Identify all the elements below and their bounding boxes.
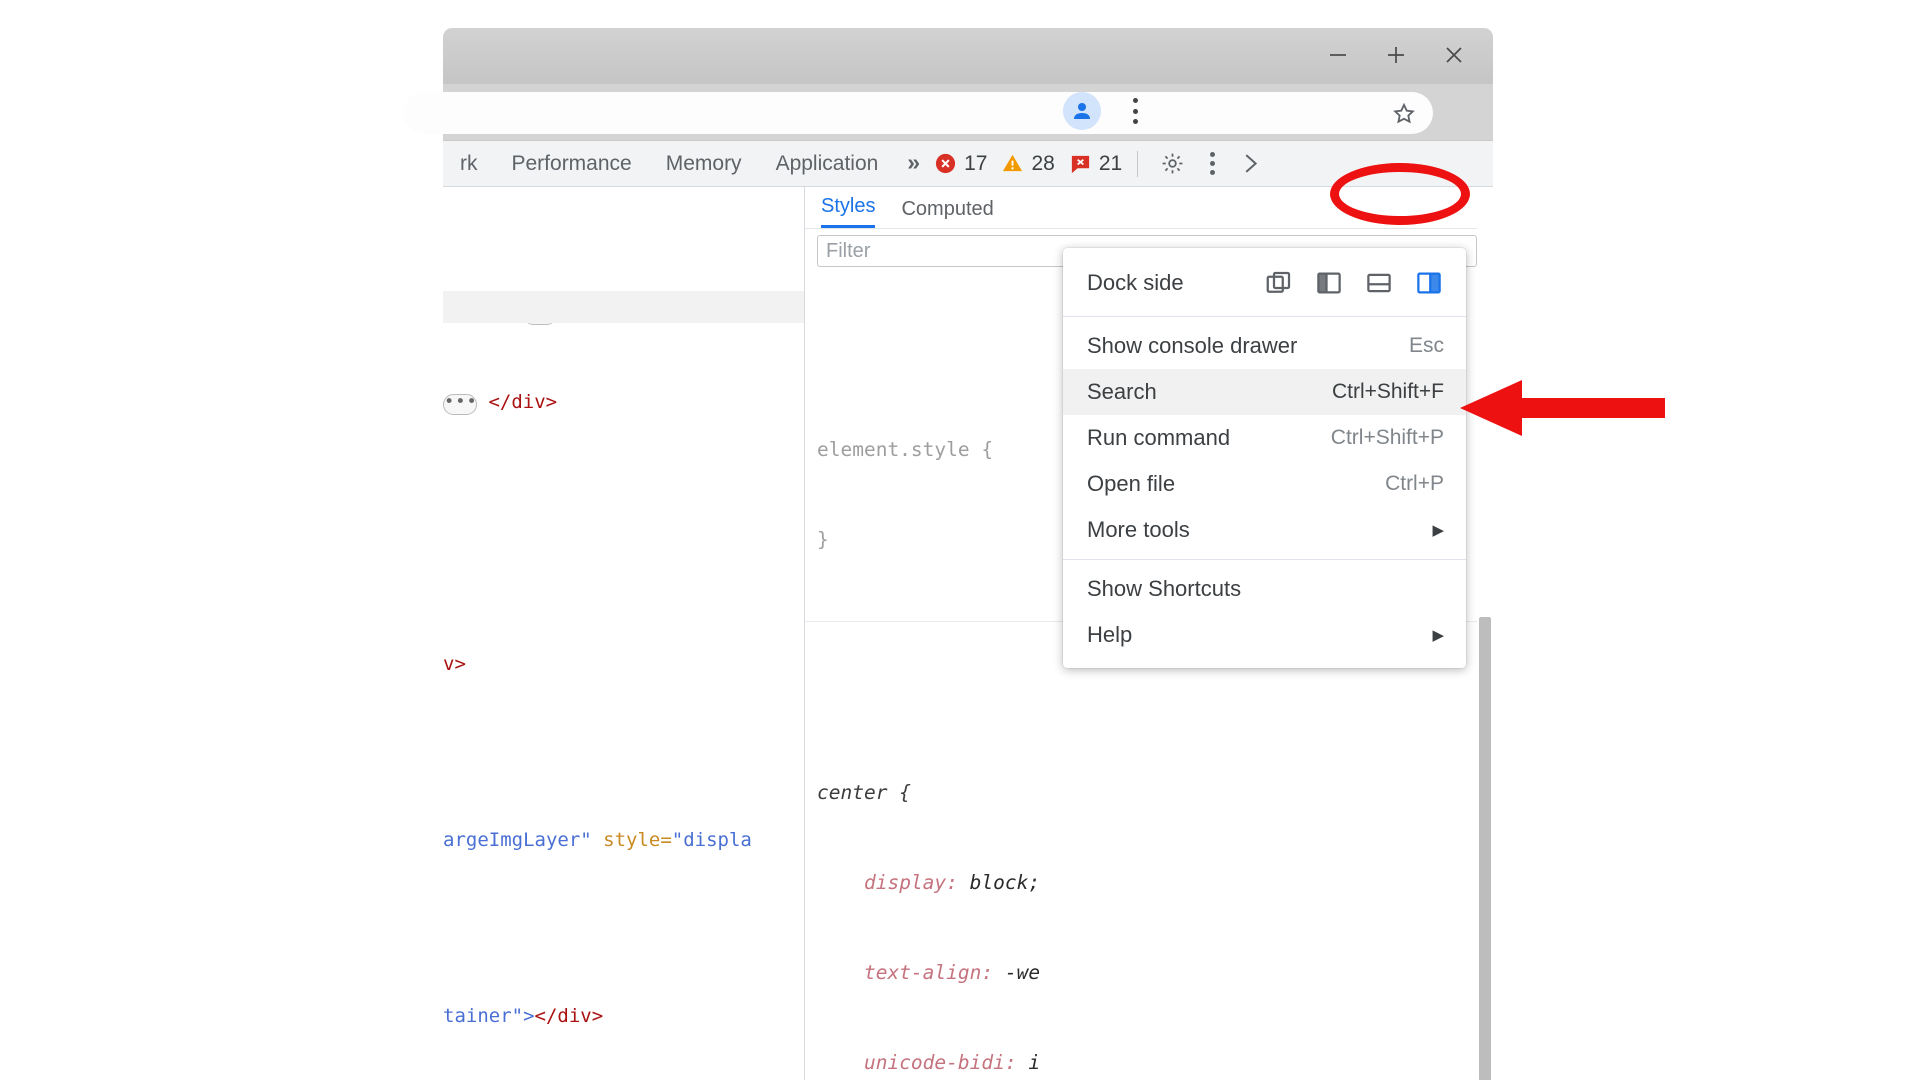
css-rule-center[interactable]: center { display: block; text-align: -we… xyxy=(805,712,1493,1080)
address-bar[interactable] xyxy=(403,92,1433,134)
screenshot-root: { "browser": { "window_controls": [ {"na… xyxy=(0,0,1920,1080)
more-tabs-icon[interactable]: » xyxy=(895,149,928,179)
menu-item-label: Search xyxy=(1087,379,1157,404)
error-circle-icon xyxy=(934,152,957,175)
dock-side-row: Dock side xyxy=(1063,256,1466,310)
menu-item-label: Help xyxy=(1087,622,1133,647)
tab-application[interactable]: Application xyxy=(759,152,896,176)
menu-item-label: Show Shortcuts xyxy=(1087,576,1242,601)
browser-menu-button[interactable] xyxy=(1120,94,1150,128)
issue-counter[interactable]: 21 xyxy=(1069,152,1131,176)
window-controls xyxy=(1323,34,1479,76)
devtools-counters: 17 28 21 xyxy=(934,152,1131,176)
tab-computed[interactable]: Computed xyxy=(901,198,993,228)
menu-item-show-console-drawer[interactable]: Show console drawer Esc xyxy=(1063,323,1466,369)
menu-item-label: More tools xyxy=(1087,517,1190,542)
dom-spacer xyxy=(443,739,804,765)
warning-counter[interactable]: 28 xyxy=(1001,152,1063,176)
three-dot-menu-icon xyxy=(1132,98,1138,103)
issue-speech-icon xyxy=(1069,152,1092,175)
error-count: 17 xyxy=(964,151,988,175)
undock-into-separate-window-icon[interactable] xyxy=(1264,268,1294,298)
dom-spacer xyxy=(443,915,804,941)
close-button[interactable] xyxy=(1439,40,1469,70)
dock-to-right-icon[interactable] xyxy=(1414,268,1444,298)
menu-item-label: Run command xyxy=(1087,425,1231,450)
dock-to-left-icon[interactable] xyxy=(1314,268,1344,298)
tab-network[interactable]: rk xyxy=(443,152,495,176)
menu-divider xyxy=(1063,559,1466,560)
scrollbar-thumb[interactable] xyxy=(1479,617,1491,1080)
dom-spacer xyxy=(443,563,804,589)
dock-to-bottom-icon[interactable] xyxy=(1364,268,1394,298)
tab-performance[interactable]: Performance xyxy=(495,152,649,176)
css-property-name[interactable]: text-align xyxy=(864,961,981,984)
devtools-toolbar-right-icons xyxy=(1152,144,1272,184)
tab-memory[interactable]: Memory xyxy=(649,152,759,176)
css-property-name[interactable]: display xyxy=(864,871,946,894)
css-property-value[interactable]: -we xyxy=(1005,961,1040,984)
devtools-toolbar: rk Performance Memory Application » 17 2… xyxy=(443,141,1493,187)
css-property-value[interactable]: block; xyxy=(970,871,1040,894)
menu-item-help[interactable]: Help ▶ xyxy=(1063,612,1466,658)
browser-window xyxy=(403,28,1493,140)
menu-item-shortcut: Ctrl+Shift+F xyxy=(1331,380,1444,403)
styles-panel-tabs: Styles Computed xyxy=(805,187,1493,229)
close-devtools-icon[interactable] xyxy=(1232,144,1272,184)
tab-styles[interactable]: Styles xyxy=(821,195,876,228)
expand-ellipsis-icon[interactable]: ••• xyxy=(443,394,477,415)
menu-item-search[interactable]: Search Ctrl+Shift+F xyxy=(1063,369,1466,415)
dom-tree-panel[interactable]: modal">••• </div> ••• </div> v> argeImgL… xyxy=(443,187,804,1080)
profile-avatar[interactable] xyxy=(1063,92,1101,130)
dock-side-options xyxy=(1264,268,1444,298)
dom-line[interactable]: argeImgLayer" style="displa xyxy=(443,825,804,855)
menu-item-show-shortcuts[interactable]: Show Shortcuts xyxy=(1063,566,1466,612)
menu-item-more-tools[interactable]: More tools ▶ xyxy=(1063,507,1466,553)
warning-count: 28 xyxy=(1031,151,1055,175)
profile-avatar-icon xyxy=(1074,103,1090,119)
dom-spacer xyxy=(443,477,804,503)
maximize-button[interactable] xyxy=(1381,40,1411,70)
bookmark-star-icon[interactable] xyxy=(1391,101,1417,127)
styles-panel-scrollbar[interactable] xyxy=(1477,187,1493,1080)
css-rule-close: } xyxy=(817,528,829,551)
dom-line[interactable]: ••• </div> xyxy=(443,387,804,417)
dom-selected-row-highlight xyxy=(443,291,804,323)
customize-devtools-menu-icon[interactable] xyxy=(1192,144,1232,184)
dom-line[interactable]: tainer"></div> xyxy=(443,1001,804,1031)
dom-line[interactable]: v> xyxy=(443,649,804,679)
menu-item-run-command[interactable]: Run command Ctrl+Shift+P xyxy=(1063,415,1466,461)
devtools-customize-menu: Dock side Show console drawer Esc Search… xyxy=(1063,248,1466,668)
dock-side-label: Dock side xyxy=(1087,270,1184,295)
issue-count: 21 xyxy=(1098,151,1123,175)
warning-triangle-icon xyxy=(1001,152,1024,175)
menu-item-open-file[interactable]: Open file Ctrl+P xyxy=(1063,461,1466,507)
minimize-button[interactable] xyxy=(1323,40,1353,70)
annotation-arrow xyxy=(1460,380,1665,436)
browser-toolbar xyxy=(403,84,1493,140)
error-counter[interactable]: 17 xyxy=(934,152,996,176)
menu-item-label: Open file xyxy=(1087,471,1176,496)
css-selector: element.style { xyxy=(817,438,994,461)
menu-item-shortcut: Esc xyxy=(1408,334,1444,357)
submenu-arrow-icon: ▶ xyxy=(1432,627,1444,644)
settings-gear-icon[interactable] xyxy=(1152,144,1192,184)
css-property-value[interactable]: i xyxy=(1028,1051,1040,1074)
menu-item-shortcut: Ctrl+P xyxy=(1385,472,1444,495)
menu-item-shortcut: Ctrl+Shift+P xyxy=(1330,426,1444,449)
toolbar-divider xyxy=(1137,150,1139,177)
css-property-name[interactable]: unicode-bidi xyxy=(864,1051,1005,1074)
menu-item-label: Show console drawer xyxy=(1087,333,1298,358)
submenu-arrow-icon: ▶ xyxy=(1432,522,1444,539)
menu-divider xyxy=(1063,316,1466,317)
css-selector: center { xyxy=(817,781,911,804)
